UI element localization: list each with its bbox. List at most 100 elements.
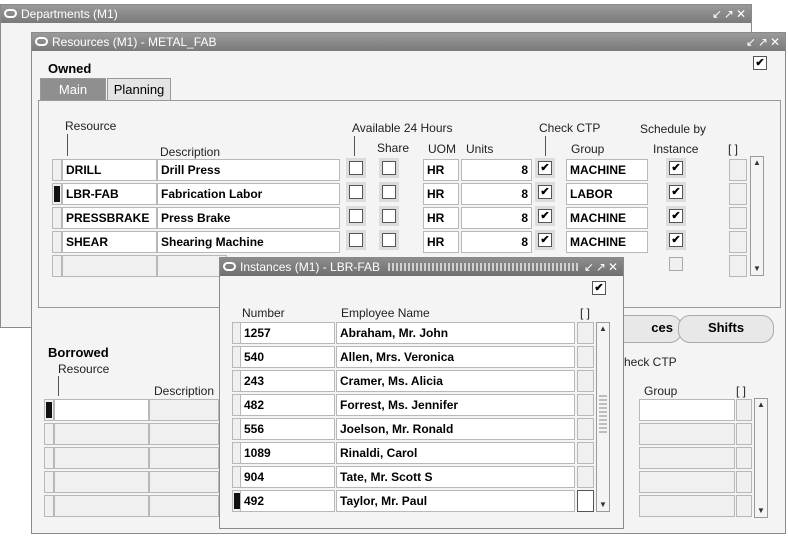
scroll-up-icon[interactable]: ▲: [751, 157, 763, 169]
bracket-cell[interactable]: [729, 231, 747, 253]
check-ctp-checkbox[interactable]: ✔: [538, 233, 552, 247]
group-cell[interactable]: LABOR: [566, 183, 648, 205]
borrowed-row-selector[interactable]: [44, 423, 54, 445]
units-cell[interactable]: 8: [461, 207, 532, 229]
borrowed-row-selector[interactable]: [44, 447, 54, 469]
uom-cell[interactable]: HR: [423, 207, 459, 229]
resource-cell[interactable]: PRESSBRAKE: [62, 207, 157, 229]
borrowed-resource-cell[interactable]: [54, 399, 149, 421]
borrowed-resource-cell[interactable]: [54, 423, 149, 445]
instance-employee-cell[interactable]: Joelson, Mr. Ronald: [336, 418, 575, 440]
bracket-cell[interactable]: [729, 207, 747, 229]
uom-cell[interactable]: HR: [423, 183, 459, 205]
instance-bracket-cell[interactable]: [577, 490, 594, 512]
borrowed-description-cell[interactable]: [149, 423, 219, 445]
borrowed-group-cell[interactable]: [639, 423, 735, 445]
resource-cell[interactable]: [62, 255, 157, 277]
schedule-by-instance-checkbox[interactable]: ✔: [669, 209, 683, 223]
instance-employee-cell[interactable]: Forrest, Ms. Jennifer: [336, 394, 575, 416]
scroll-up-icon[interactable]: ▲: [597, 323, 609, 335]
units-cell[interactable]: 8: [461, 159, 532, 181]
instance-employee-cell[interactable]: Tate, Mr. Scott S: [336, 466, 575, 488]
resources-window-checkbox[interactable]: ✔: [753, 56, 767, 70]
borrowed-bracket-cell[interactable]: [736, 423, 752, 445]
borrowed-description-cell[interactable]: [149, 495, 219, 517]
group-cell[interactable]: MACHINE: [566, 231, 648, 253]
borrowed-bracket-cell[interactable]: [736, 447, 752, 469]
borrowed-row-selector[interactable]: [44, 495, 54, 517]
borrowed-bracket-cell[interactable]: [736, 471, 752, 493]
instance-number-cell[interactable]: 492: [240, 490, 335, 512]
instance-number-cell[interactable]: 1089: [240, 442, 335, 464]
borrowed-description-cell[interactable]: [149, 447, 219, 469]
bracket-cell[interactable]: [729, 183, 747, 205]
row-selector[interactable]: [52, 159, 62, 181]
window-controls-icon[interactable]: ↙↗✕: [746, 33, 782, 51]
instance-employee-cell[interactable]: Abraham, Mr. John: [336, 322, 575, 344]
available-checkbox[interactable]: [349, 233, 363, 247]
instance-bracket-cell[interactable]: [577, 442, 594, 464]
borrowed-bracket-cell[interactable]: [736, 399, 752, 421]
share-checkbox[interactable]: [382, 161, 396, 175]
resource-cell[interactable]: LBR-FAB: [62, 183, 157, 205]
resource-cell[interactable]: SHEAR: [62, 231, 157, 253]
row-selector[interactable]: [52, 255, 62, 277]
schedule-by-instance-checkbox[interactable]: ✔: [669, 233, 683, 247]
instances-vertical-scrollbar[interactable]: ▲ ▼: [596, 322, 610, 512]
schedule-by-instance-checkbox[interactable]: ✔: [669, 185, 683, 199]
borrowed-resource-cell[interactable]: [54, 447, 149, 469]
description-cell[interactable]: Shearing Machine: [157, 231, 340, 253]
available-checkbox[interactable]: [349, 161, 363, 175]
available-checkbox[interactable]: [349, 185, 363, 199]
row-selector[interactable]: [52, 207, 62, 229]
description-cell[interactable]: Fabrication Labor: [157, 183, 340, 205]
resources-titlebar[interactable]: Resources (M1) - METAL_FAB ↙↗✕: [32, 33, 785, 51]
schedule-by-instance-checkbox[interactable]: ✔: [669, 161, 683, 175]
borrowed-group-cell[interactable]: [639, 471, 735, 493]
window-controls-icon[interactable]: ↙↗✕: [584, 258, 620, 276]
departments-titlebar[interactable]: Departments (M1) ↙↗✕: [1, 5, 751, 23]
bracket-cell[interactable]: [729, 159, 747, 181]
shifts-button[interactable]: Shifts: [678, 315, 774, 343]
tab-planning[interactable]: Planning: [107, 78, 171, 101]
share-checkbox[interactable]: [382, 185, 396, 199]
borrowed-description-cell[interactable]: [149, 399, 219, 421]
instance-number-cell[interactable]: 540: [240, 346, 335, 368]
available-checkbox[interactable]: [349, 209, 363, 223]
instance-number-cell[interactable]: 243: [240, 370, 335, 392]
borrowed-description-cell[interactable]: [149, 471, 219, 493]
units-cell[interactable]: 8: [461, 183, 532, 205]
borrowed-group-cell[interactable]: [639, 447, 735, 469]
borrowed-group-cell[interactable]: [639, 495, 735, 517]
uom-cell[interactable]: HR: [423, 159, 459, 181]
bracket-cell[interactable]: [729, 255, 747, 277]
row-selector-current[interactable]: [52, 183, 62, 205]
uom-cell[interactable]: HR: [423, 231, 459, 253]
share-checkbox[interactable]: [382, 209, 396, 223]
instance-bracket-cell[interactable]: [577, 370, 594, 392]
instance-number-cell[interactable]: 482: [240, 394, 335, 416]
instance-employee-cell[interactable]: Rinaldi, Carol: [336, 442, 575, 464]
window-controls-icon[interactable]: ↙↗✕: [712, 5, 748, 23]
tab-main[interactable]: Main: [40, 78, 106, 101]
borrowed-bracket-cell[interactable]: [736, 495, 752, 517]
scroll-up-icon[interactable]: ▲: [755, 399, 767, 411]
borrowed-row-selector[interactable]: [44, 399, 54, 421]
row-selector[interactable]: [52, 231, 62, 253]
instance-bracket-cell[interactable]: [577, 394, 594, 416]
borrowed-vertical-scrollbar[interactable]: ▲ ▼: [754, 398, 768, 518]
resources-vertical-scrollbar[interactable]: ▲ ▼: [750, 156, 764, 276]
instance-bracket-cell[interactable]: [577, 322, 594, 344]
resource-cell[interactable]: DRILL: [62, 159, 157, 181]
instance-employee-cell[interactable]: Allen, Mrs. Veronica: [336, 346, 575, 368]
instances-window-checkbox[interactable]: ✔: [592, 281, 606, 295]
instance-employee-cell[interactable]: Cramer, Ms. Alicia: [336, 370, 575, 392]
instance-bracket-cell[interactable]: [577, 418, 594, 440]
instance-employee-cell[interactable]: Taylor, Mr. Paul: [336, 490, 575, 512]
instance-number-cell[interactable]: 556: [240, 418, 335, 440]
instance-number-cell[interactable]: 904: [240, 466, 335, 488]
description-cell[interactable]: [157, 255, 227, 277]
description-cell[interactable]: Press Brake: [157, 207, 340, 229]
group-cell[interactable]: MACHINE: [566, 159, 648, 181]
share-checkbox[interactable]: [382, 233, 396, 247]
